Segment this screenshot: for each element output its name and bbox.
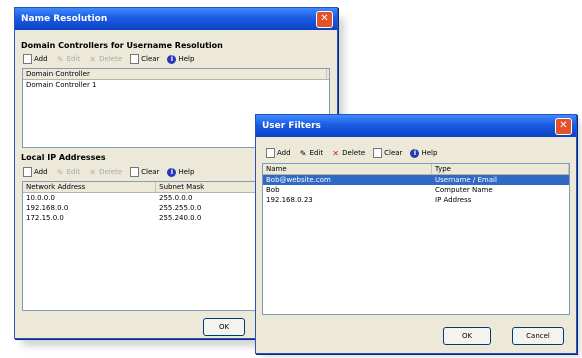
help-icon: i bbox=[167, 54, 177, 64]
column-header-name[interactable]: Name bbox=[263, 164, 432, 174]
list-header: Domain Controller bbox=[23, 69, 329, 80]
edit-icon: ✎ bbox=[56, 54, 64, 64]
local-ip-heading: Local IP Addresses bbox=[21, 153, 106, 162]
table-row[interactable]: Bob Computer Name bbox=[263, 185, 569, 195]
user-filters-list[interactable]: Name Type Bob@website.com Username / Emai… bbox=[262, 163, 570, 315]
clear-icon bbox=[373, 148, 383, 158]
clear-icon bbox=[130, 167, 140, 177]
edit-button[interactable]: ✎ Edit bbox=[299, 148, 323, 158]
delete-icon: ✕ bbox=[332, 148, 339, 158]
list-item[interactable]: Domain Controller 1 bbox=[23, 80, 329, 90]
add-button[interactable]: Add bbox=[266, 148, 291, 158]
edit-icon: ✎ bbox=[299, 148, 307, 158]
ip-help-button[interactable]: i Help bbox=[167, 167, 194, 177]
add-icon bbox=[23, 167, 32, 177]
table-row[interactable]: 192.168.0.23 IP Address bbox=[263, 195, 569, 205]
help-icon: i bbox=[410, 148, 420, 158]
cancel-button[interactable]: Cancel bbox=[512, 327, 564, 345]
local-ip-toolbar: Add ✎ Edit ✕ Delete Clear i Help bbox=[23, 167, 194, 177]
ip-add-button[interactable]: Add bbox=[23, 167, 48, 177]
edit-icon: ✎ bbox=[56, 167, 64, 177]
close-button[interactable]: ✕ bbox=[555, 118, 572, 135]
add-icon bbox=[23, 54, 32, 64]
column-header-type[interactable]: Type bbox=[432, 164, 569, 174]
dc-clear-button[interactable]: Clear bbox=[130, 54, 159, 64]
delete-button[interactable]: ✕ Delete bbox=[331, 149, 365, 158]
window-title: User Filters bbox=[262, 121, 321, 131]
dc-delete-button[interactable]: ✕ Delete bbox=[88, 55, 122, 64]
name-resolution-titlebar[interactable]: Name Resolution ✕ bbox=[15, 8, 337, 30]
clear-icon bbox=[130, 54, 140, 64]
ip-delete-button[interactable]: ✕ Delete bbox=[88, 168, 122, 177]
ok-button[interactable]: OK bbox=[203, 318, 245, 336]
close-button[interactable]: ✕ bbox=[316, 11, 333, 28]
column-header-network-address[interactable]: Network Address bbox=[23, 182, 157, 192]
table-row-selected[interactable]: Bob@website.com Username / Email bbox=[263, 175, 569, 185]
ip-clear-button[interactable]: Clear bbox=[130, 167, 159, 177]
ip-edit-button[interactable]: ✎ Edit bbox=[56, 167, 80, 177]
delete-icon: ✕ bbox=[89, 167, 96, 177]
help-icon: i bbox=[167, 167, 177, 177]
user-filters-toolbar: Add ✎ Edit ✕ Delete Clear i Help bbox=[266, 148, 437, 158]
user-filters-titlebar[interactable]: User Filters ✕ bbox=[256, 115, 576, 137]
user-filters-window: User Filters ✕ Add ✎ Edit ✕ Delete Clear i… bbox=[255, 114, 577, 354]
column-header-domain-controller[interactable]: Domain Controller bbox=[23, 69, 327, 79]
list-header: Name Type bbox=[263, 164, 569, 175]
dc-help-button[interactable]: i Help bbox=[167, 54, 194, 64]
dc-add-button[interactable]: Add bbox=[23, 54, 48, 64]
dc-edit-button[interactable]: ✎ Edit bbox=[56, 54, 80, 64]
window-title: Name Resolution bbox=[21, 14, 108, 24]
domain-controllers-heading: Domain Controllers for Username Resoluti… bbox=[21, 41, 223, 50]
delete-icon: ✕ bbox=[89, 54, 96, 64]
add-icon bbox=[266, 148, 275, 158]
clear-button[interactable]: Clear bbox=[373, 148, 402, 158]
ok-button[interactable]: OK bbox=[443, 327, 491, 345]
domain-controllers-toolbar: Add ✎ Edit ✕ Delete Clear i Help bbox=[23, 54, 194, 64]
help-button[interactable]: i Help bbox=[410, 148, 437, 158]
